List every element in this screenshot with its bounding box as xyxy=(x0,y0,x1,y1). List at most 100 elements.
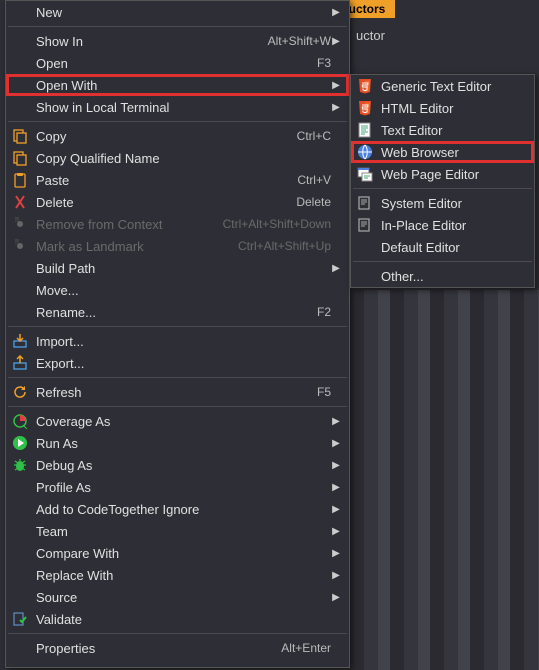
menu-item-label: Web Page Editor xyxy=(375,167,516,182)
blank-icon xyxy=(355,268,375,284)
system-icon xyxy=(355,195,375,211)
blank-icon xyxy=(10,545,30,561)
menu-item-label: Open xyxy=(30,56,311,71)
blank-icon xyxy=(10,4,30,20)
menu-item-shortcut: F3 xyxy=(311,56,331,70)
menu-item-text-editor[interactable]: Text Editor xyxy=(351,119,534,141)
menu-item-label: Validate xyxy=(30,612,331,627)
submenu-arrow-icon: ▶ xyxy=(331,482,341,493)
submenu-arrow-icon: ▶ xyxy=(331,570,341,581)
menu-item-debug-as[interactable]: Debug As▶ xyxy=(6,454,349,476)
menu-item-web-browser[interactable]: Web Browser xyxy=(351,141,534,163)
menu-item-team[interactable]: Team▶ xyxy=(6,520,349,542)
blank-icon xyxy=(10,260,30,276)
blank-icon xyxy=(10,55,30,71)
menu-item-label: Coverage As xyxy=(30,414,331,429)
menu-item-new[interactable]: New▶ xyxy=(6,1,349,23)
menu-item-copy-qualified-name[interactable]: Copy Qualified Name xyxy=(6,147,349,169)
validate-icon xyxy=(10,611,30,627)
menu-item-label: Properties xyxy=(30,641,275,656)
menu-item-label: Rename... xyxy=(30,305,311,320)
menu-item-web-page-editor[interactable]: Web Page Editor xyxy=(351,163,534,185)
menu-item-source[interactable]: Source▶ xyxy=(6,586,349,608)
menu-item-label: Build Path xyxy=(30,261,331,276)
svg-text:!!: !! xyxy=(15,239,19,246)
menu-item-label: Import... xyxy=(30,334,331,349)
menu-item-generic-text-editor[interactable]: Generic Text Editor xyxy=(351,75,534,97)
debug-icon xyxy=(10,457,30,473)
menu-item-compare-with[interactable]: Compare With▶ xyxy=(6,542,349,564)
blank-icon xyxy=(10,567,30,583)
menu-item-mark-as-landmark: !! Mark as LandmarkCtrl+Alt+Shift+Up xyxy=(6,235,349,257)
blank-icon xyxy=(10,501,30,517)
menu-item-label: Run As xyxy=(30,436,331,451)
menu-item-default-editor[interactable]: Default Editor xyxy=(351,236,534,258)
landmark-icon: !! xyxy=(10,238,30,254)
menu-item-label: Team xyxy=(30,524,331,539)
menu-item-label: Paste xyxy=(30,173,291,188)
menu-item-show-in[interactable]: Show InAlt+Shift+W▶ xyxy=(6,30,349,52)
blank-icon xyxy=(10,523,30,539)
menu-item-shortcut: Ctrl+Alt+Shift+Down xyxy=(217,217,331,231)
inplace-icon xyxy=(355,217,375,233)
menu-separator xyxy=(353,188,532,189)
menu-item-label: Replace With xyxy=(30,568,331,583)
menu-item-system-editor[interactable]: System Editor xyxy=(351,192,534,214)
menu-item-in-place-editor[interactable]: In-Place Editor xyxy=(351,214,534,236)
menu-item-open[interactable]: OpenF3 xyxy=(6,52,349,74)
menu-item-label: Profile As xyxy=(30,480,331,495)
menu-item-shortcut: Delete xyxy=(290,195,331,209)
menu-item-validate[interactable]: Validate xyxy=(6,608,349,630)
submenu-arrow-icon: ▶ xyxy=(331,592,341,603)
menu-item-html-editor[interactable]: HTML Editor xyxy=(351,97,534,119)
menu-item-refresh[interactable]: RefreshF5 xyxy=(6,381,349,403)
menu-item-profile-as[interactable]: Profile As▶ xyxy=(6,476,349,498)
export-icon xyxy=(10,355,30,371)
menu-separator xyxy=(353,261,532,262)
menu-item-remove-from-context: !!Remove from ContextCtrl+Alt+Shift+Down xyxy=(6,213,349,235)
menu-item-other[interactable]: Other... xyxy=(351,265,534,287)
menu-item-label: Open With xyxy=(30,78,331,93)
menu-item-shortcut: Alt+Enter xyxy=(275,641,331,655)
blank-icon xyxy=(10,282,30,298)
menu-separator xyxy=(8,326,347,327)
menu-item-export[interactable]: Export... xyxy=(6,352,349,374)
menu-item-build-path[interactable]: Build Path▶ xyxy=(6,257,349,279)
background-subtab: uctor xyxy=(350,22,391,49)
menu-item-shortcut: Ctrl+C xyxy=(291,129,331,143)
menu-item-label: In-Place Editor xyxy=(375,218,516,233)
blank-icon xyxy=(10,589,30,605)
menu-item-label: Delete xyxy=(30,195,290,210)
menu-item-delete[interactable]: DeleteDelete xyxy=(6,191,349,213)
menu-item-rename[interactable]: Rename...F2 xyxy=(6,301,349,323)
submenu-arrow-icon: ▶ xyxy=(331,102,341,113)
delete-icon xyxy=(10,194,30,210)
menu-item-properties[interactable]: PropertiesAlt+Enter xyxy=(6,637,349,659)
menu-item-shortcut: Ctrl+V xyxy=(291,173,331,187)
menu-item-copy[interactable]: CopyCtrl+C xyxy=(6,125,349,147)
menu-item-label: Mark as Landmark xyxy=(30,239,232,254)
copy-icon xyxy=(10,128,30,144)
menu-item-show-in-local-terminal[interactable]: Show in Local Terminal▶ xyxy=(6,96,349,118)
menu-item-label: Debug As xyxy=(30,458,331,473)
menu-item-replace-with[interactable]: Replace With▶ xyxy=(6,564,349,586)
menu-item-label: HTML Editor xyxy=(375,101,516,116)
open-with-submenu: Generic Text Editor HTML Editor Text Edito… xyxy=(350,74,535,288)
menu-item-add-to-codetogether-ignore[interactable]: Add to CodeTogether Ignore▶ xyxy=(6,498,349,520)
menu-item-label: Show In xyxy=(30,34,262,49)
menu-item-shortcut: Ctrl+Alt+Shift+Up xyxy=(232,239,331,253)
menu-item-shortcut: Alt+Shift+W xyxy=(262,34,331,48)
menu-item-move[interactable]: Move... xyxy=(6,279,349,301)
menu-item-run-as[interactable]: Run As▶ xyxy=(6,432,349,454)
menu-item-paste[interactable]: PasteCtrl+V xyxy=(6,169,349,191)
menu-item-import[interactable]: Import... xyxy=(6,330,349,352)
menu-item-label: Show in Local Terminal xyxy=(30,100,331,115)
menu-item-open-with[interactable]: Open With▶ xyxy=(6,74,349,96)
menu-item-label: Move... xyxy=(30,283,331,298)
html5-icon xyxy=(355,100,375,116)
webpage-icon xyxy=(355,166,375,182)
menu-item-coverage-as[interactable]: Coverage As▶ xyxy=(6,410,349,432)
copy-q-icon xyxy=(10,150,30,166)
refresh-icon xyxy=(10,384,30,400)
import-icon xyxy=(10,333,30,349)
